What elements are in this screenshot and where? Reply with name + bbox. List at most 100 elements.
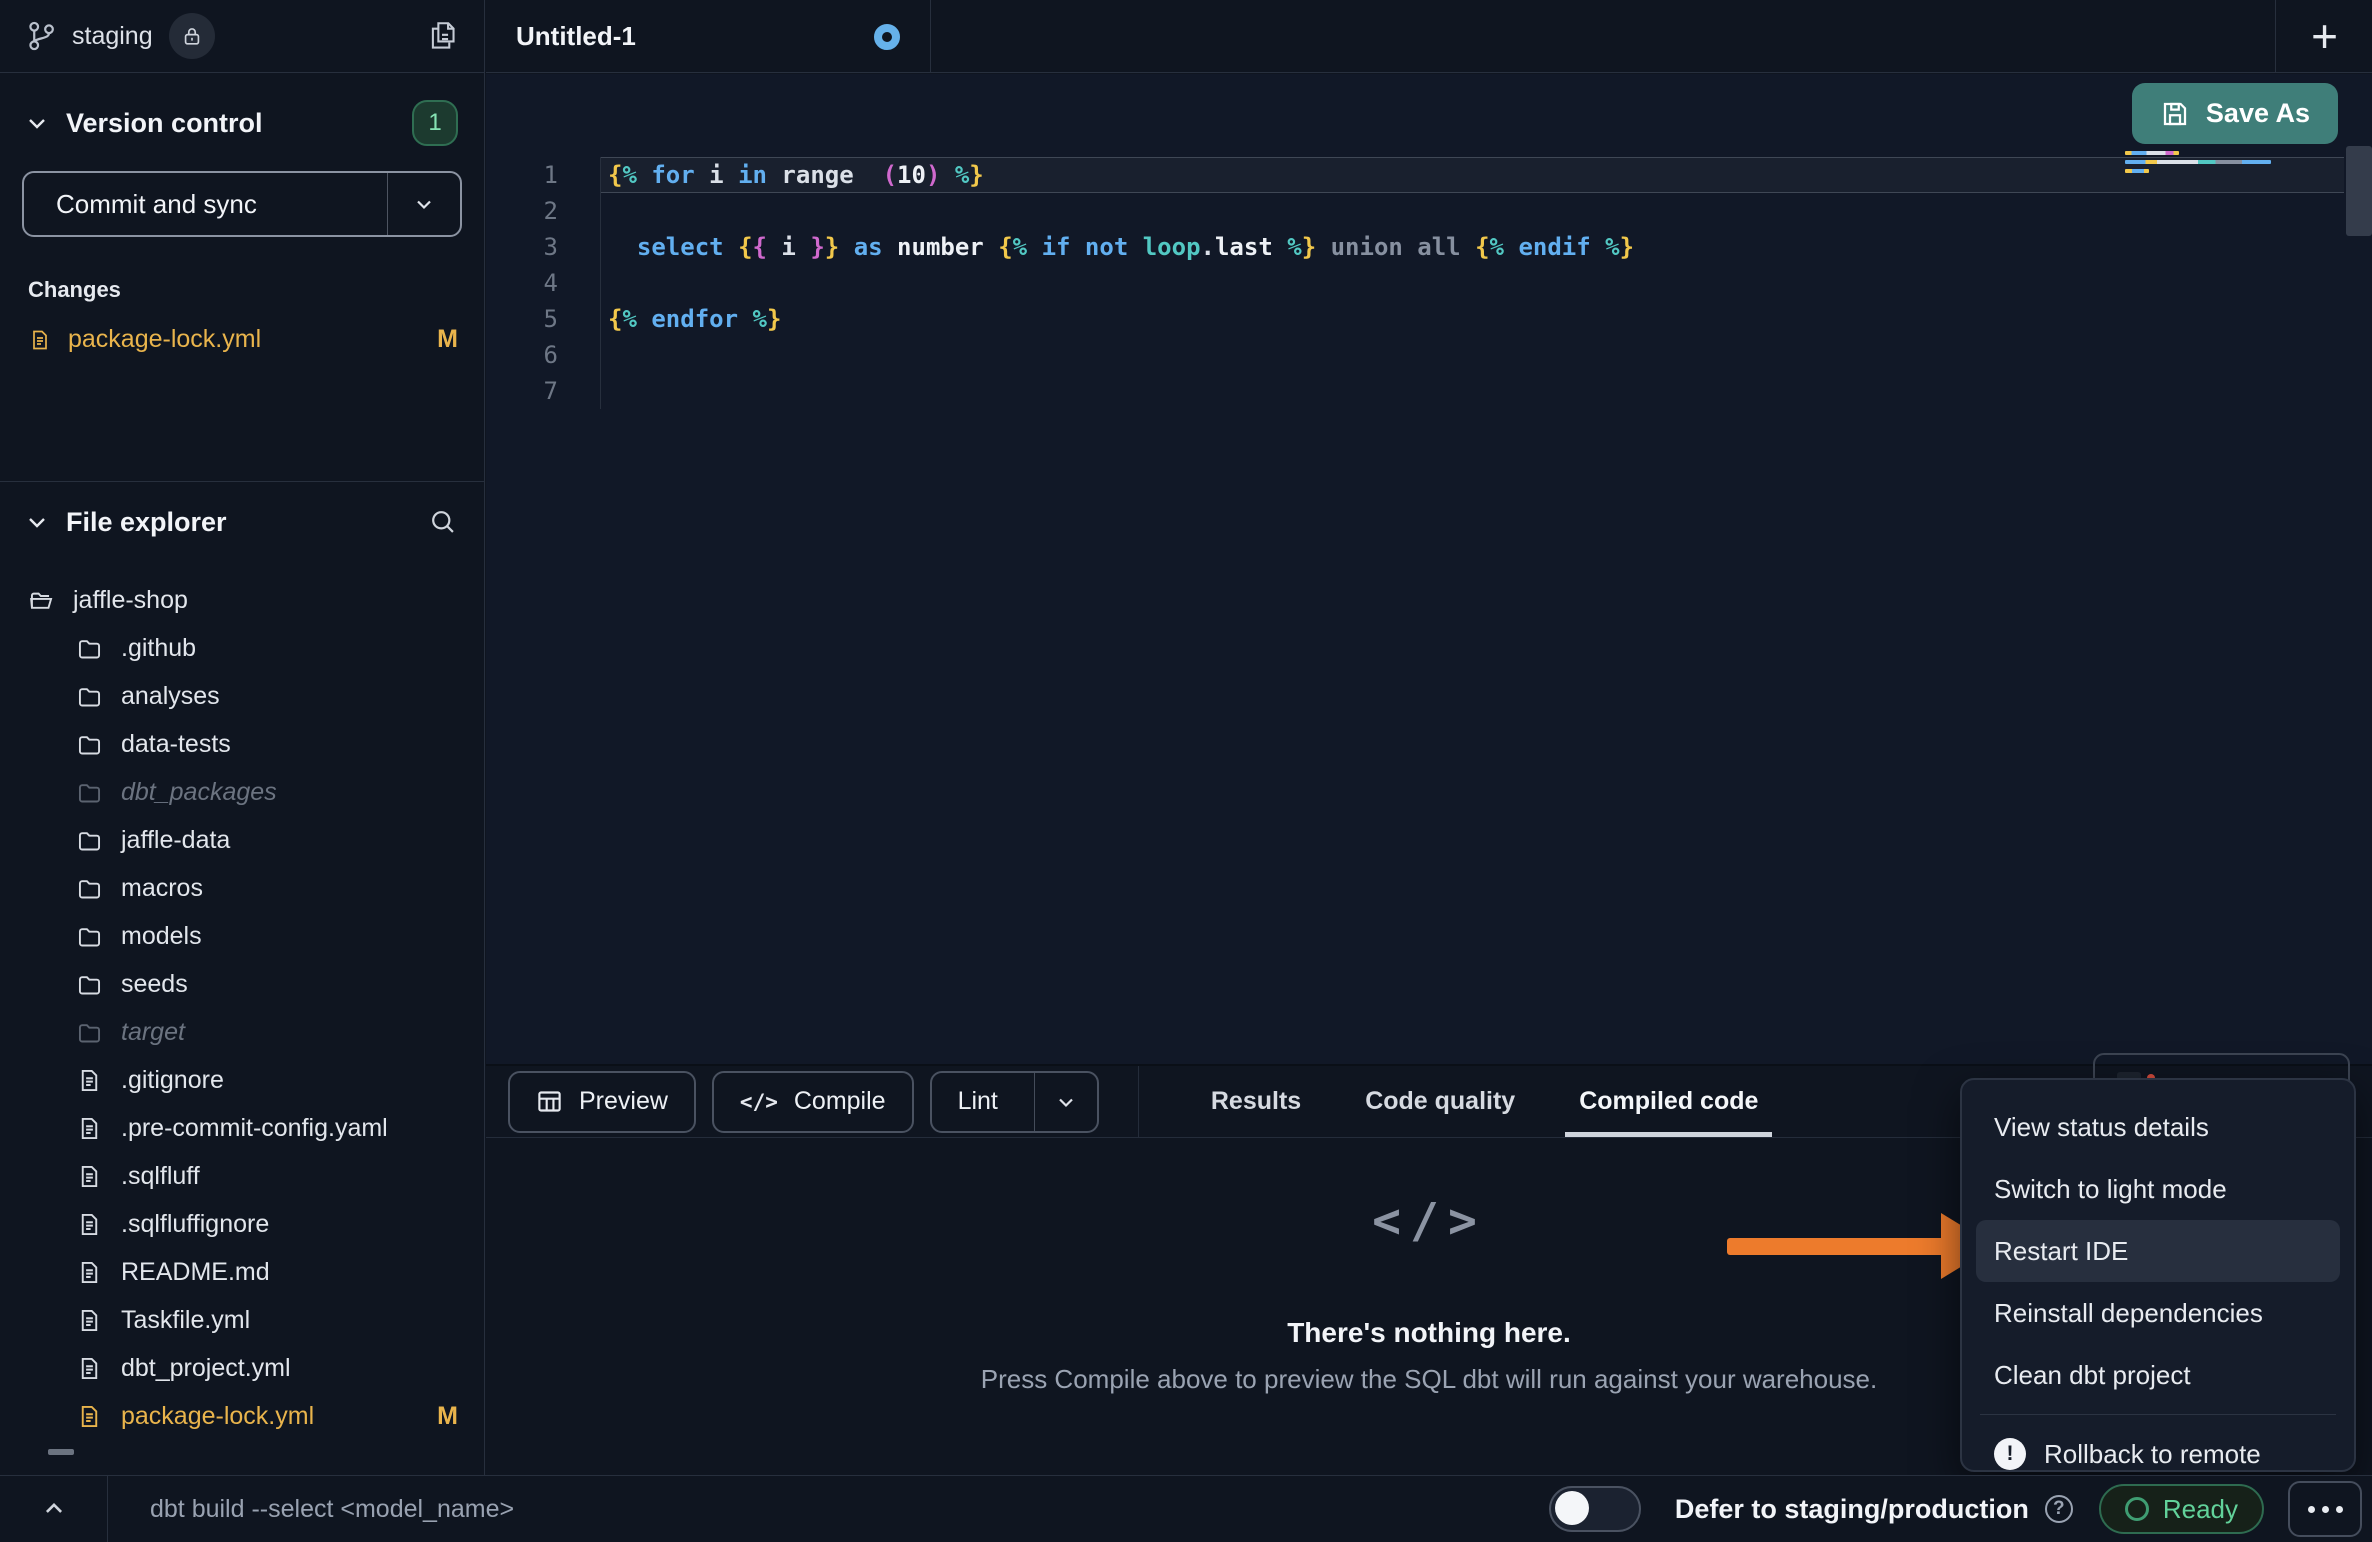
file-tree-item-models[interactable]: models bbox=[0, 912, 484, 960]
minimap-line bbox=[2125, 169, 2149, 173]
line-number: 6 bbox=[486, 337, 600, 373]
menu-item-clean-dbt-project[interactable]: Clean dbt project bbox=[1976, 1344, 2340, 1406]
file-tree-item-dbt-project-yml[interactable]: dbt_project.yml bbox=[0, 1344, 484, 1392]
branch-name[interactable]: staging bbox=[72, 22, 153, 51]
ide-status-badge[interactable]: Ready bbox=[2099, 1484, 2264, 1534]
file-explorer-header[interactable]: File explorer bbox=[0, 494, 484, 550]
chevron-down-icon bbox=[413, 193, 435, 215]
tab-results[interactable]: Results bbox=[1211, 1066, 1301, 1137]
code-text bbox=[600, 337, 2344, 373]
file-name: dbt_packages bbox=[121, 778, 277, 807]
file-tree-item-jaffle-shop[interactable]: jaffle-shop bbox=[0, 576, 484, 624]
tab-compiled-code[interactable]: Compiled code bbox=[1579, 1066, 1758, 1137]
code-lines[interactable]: 1{% for i in range (10) %}23 select {{ i… bbox=[486, 157, 2372, 409]
file-icon bbox=[76, 1163, 103, 1190]
code-text: {% endfor %} bbox=[600, 301, 2344, 337]
file-tree-item--sqlfluff[interactable]: .sqlfluff bbox=[0, 1152, 484, 1200]
code-line-3[interactable]: 3 select {{ i }} as number {% if not loo… bbox=[486, 229, 2372, 265]
folder-icon bbox=[76, 635, 103, 662]
preview-button[interactable]: Preview bbox=[508, 1071, 696, 1133]
folder-icon bbox=[76, 731, 103, 758]
file-tree-item--gitignore[interactable]: .gitignore bbox=[0, 1056, 484, 1104]
file-icon bbox=[76, 1211, 103, 1238]
sidebar: staging Version control 1 C bbox=[0, 0, 485, 1475]
menu-item-view-status-details[interactable]: View status details bbox=[1976, 1096, 2340, 1158]
command-input[interactable]: dbt build --select <model_name> bbox=[150, 1495, 514, 1524]
file-icon bbox=[76, 1355, 103, 1382]
version-control-title: Version control bbox=[66, 108, 263, 139]
editor-scrollbar-thumb[interactable] bbox=[2346, 146, 2372, 236]
changed-file-row[interactable]: package-lock.yml M bbox=[28, 325, 458, 354]
file-tree-item--sqlfluffignore[interactable]: .sqlfluffignore bbox=[0, 1200, 484, 1248]
menu-item-switch-to-light-mode[interactable]: Switch to light mode bbox=[1976, 1158, 2340, 1220]
menu-item-restart-ide[interactable]: Restart IDE bbox=[1976, 1220, 2340, 1282]
tab-untitled-1[interactable]: Untitled-1 bbox=[486, 0, 931, 73]
code-icon: </> bbox=[740, 1090, 778, 1114]
code-line-5[interactable]: 5{% endfor %} bbox=[486, 301, 2372, 337]
dot-icon bbox=[2308, 1506, 2315, 1513]
minimap-line bbox=[2125, 160, 2271, 164]
lint-label: Lint bbox=[932, 1087, 998, 1116]
file-name: data-tests bbox=[121, 730, 231, 759]
status-bar: dbt build --select <model_name> Defer to… bbox=[0, 1475, 2372, 1542]
ide-options-menu: View status details Switch to light mode… bbox=[1960, 1078, 2356, 1472]
commit-and-sync-button[interactable]: Commit and sync bbox=[22, 171, 462, 237]
lock-icon bbox=[181, 24, 203, 48]
code-line-2[interactable]: 2 bbox=[486, 193, 2372, 229]
code-text bbox=[600, 373, 2344, 409]
copy-branch-button[interactable] bbox=[426, 19, 458, 53]
file-tree-item-jaffle-data[interactable]: jaffle-data bbox=[0, 816, 484, 864]
file-tree: jaffle-shop.githubanalyses data-tests dbt_… bbox=[0, 576, 484, 1440]
copy-icon bbox=[426, 19, 458, 53]
code-editor: Save As 1{% for i in range (10) %}23 sel… bbox=[486, 74, 2372, 1064]
file-icon bbox=[76, 1403, 103, 1430]
tab-title: Untitled-1 bbox=[516, 21, 636, 52]
file-icon bbox=[28, 327, 52, 353]
menu-divider bbox=[1980, 1414, 2336, 1415]
code-line-6[interactable]: 6 bbox=[486, 337, 2372, 373]
code-line-4[interactable]: 4 bbox=[486, 265, 2372, 301]
defer-label: Defer to staging/production bbox=[1675, 1494, 2029, 1525]
file-tree-item-analyses[interactable]: analyses bbox=[0, 672, 484, 720]
file-tree-item-target[interactable]: target bbox=[0, 1008, 484, 1056]
changed-file-name: package-lock.yml bbox=[68, 325, 261, 354]
file-tree-item-readme-md[interactable]: README.md bbox=[0, 1248, 484, 1296]
expand-command-bar-button[interactable] bbox=[0, 1476, 108, 1542]
lint-dropdown[interactable] bbox=[1034, 1073, 1097, 1131]
file-name: seeds bbox=[121, 970, 188, 999]
chevron-down-icon bbox=[26, 112, 48, 134]
version-control-header[interactable]: Version control 1 bbox=[0, 95, 484, 151]
new-tab-button[interactable]: + bbox=[2277, 0, 2372, 72]
file-name: README.md bbox=[121, 1258, 270, 1287]
file-tree-item-seeds[interactable]: seeds bbox=[0, 960, 484, 1008]
compile-button[interactable]: </> Compile bbox=[712, 1071, 914, 1133]
defer-toggle[interactable] bbox=[1549, 1486, 1641, 1532]
chevron-up-icon bbox=[41, 1496, 67, 1522]
save-as-button[interactable]: Save As bbox=[2132, 83, 2338, 144]
more-options-button[interactable] bbox=[2288, 1481, 2362, 1537]
code-text bbox=[600, 193, 2344, 229]
file-name: target bbox=[121, 1018, 185, 1047]
file-tree-item-taskfile-yml[interactable]: Taskfile.yml bbox=[0, 1296, 484, 1344]
commit-options-dropdown[interactable] bbox=[387, 173, 460, 235]
minimap[interactable] bbox=[2125, 151, 2285, 178]
file-tree-item-macros[interactable]: macros bbox=[0, 864, 484, 912]
code-text: select {{ i }} as number {% if not loop.… bbox=[600, 229, 2344, 265]
file-explorer-section: File explorer jaffle-shop.githubanalyses… bbox=[0, 481, 484, 1475]
folder-icon bbox=[76, 779, 103, 806]
code-line-1[interactable]: 1{% for i in range (10) %} bbox=[486, 157, 2372, 193]
pane-tabs: Results Code quality Compiled code bbox=[1211, 1066, 1759, 1137]
menu-item-reinstall-dependencies[interactable]: Reinstall dependencies bbox=[1976, 1282, 2340, 1344]
file-tree-item-package-lock-yml[interactable]: package-lock.ymlM bbox=[0, 1392, 484, 1440]
file-explorer-title: File explorer bbox=[66, 507, 227, 538]
code-line-7[interactable]: 7 bbox=[486, 373, 2372, 409]
file-search-button[interactable] bbox=[428, 507, 458, 537]
tab-code-quality[interactable]: Code quality bbox=[1365, 1066, 1515, 1137]
help-icon[interactable]: ? bbox=[2045, 1495, 2073, 1523]
lint-button[interactable]: Lint bbox=[930, 1071, 1099, 1133]
file-tree-item--pre-commit-config-yaml[interactable]: .pre-commit-config.yaml bbox=[0, 1104, 484, 1152]
file-tree-item-data-tests[interactable]: data-tests bbox=[0, 720, 484, 768]
file-tree-item--github[interactable]: .github bbox=[0, 624, 484, 672]
file-tree-item-dbt-packages[interactable]: dbt_packages bbox=[0, 768, 484, 816]
chevron-down-icon bbox=[26, 511, 48, 533]
